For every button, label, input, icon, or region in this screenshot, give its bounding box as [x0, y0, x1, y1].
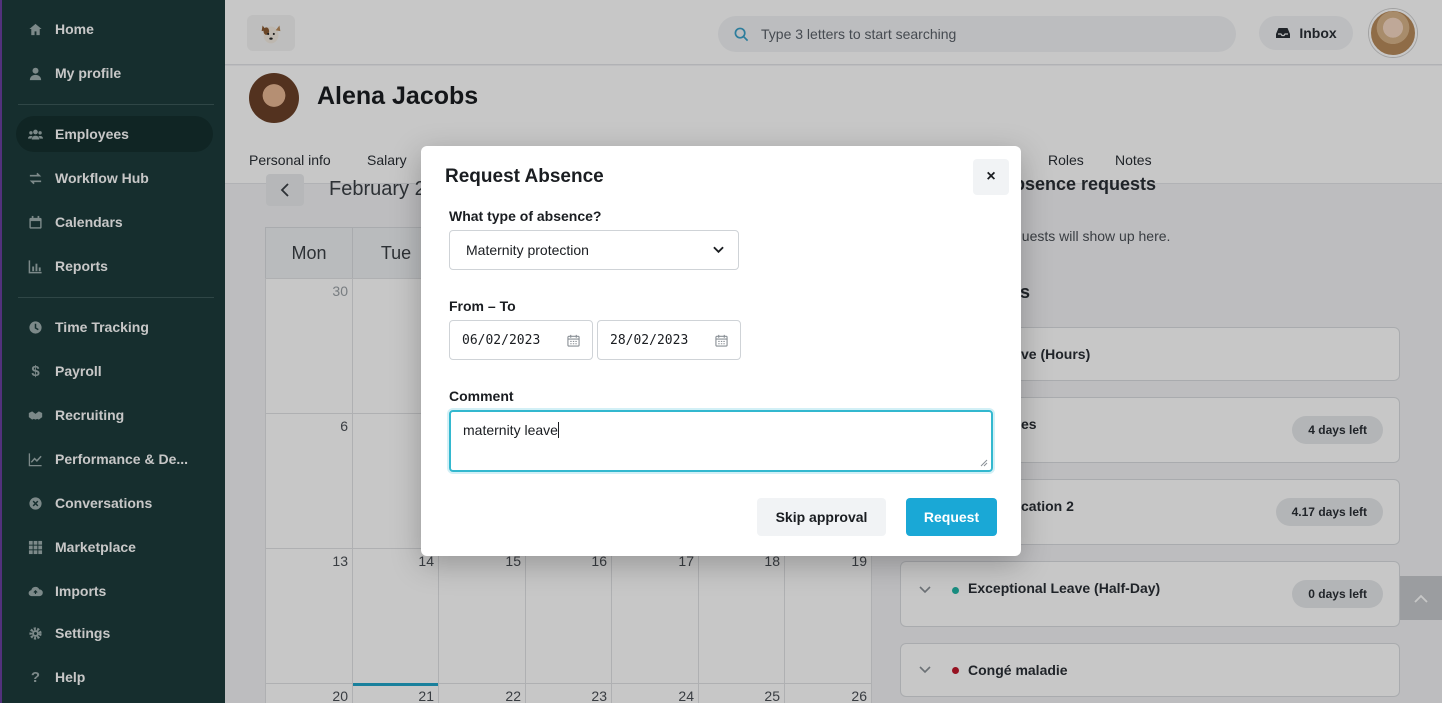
absence-type-label: What type of absence? [449, 208, 602, 224]
request-absence-modal: Request Absence × What type of absence? … [421, 146, 1021, 556]
from-date-input[interactable]: 06/02/2023 [449, 320, 593, 360]
resize-handle-icon[interactable] [980, 459, 988, 467]
date-range-label: From – To [449, 298, 516, 314]
close-button[interactable]: × [973, 159, 1009, 195]
modal-title: Request Absence [445, 166, 604, 187]
to-date-value: 28/02/2023 [610, 332, 689, 348]
skip-approval-button[interactable]: Skip approval [757, 498, 886, 536]
to-date-input[interactable]: 28/02/2023 [597, 320, 741, 360]
comment-label: Comment [449, 388, 514, 404]
from-date-value: 06/02/2023 [462, 332, 541, 348]
chevron-down-icon [713, 246, 724, 254]
text-caret [557, 422, 559, 438]
calendar-icon[interactable] [567, 334, 580, 347]
request-button[interactable]: Request [906, 498, 997, 536]
close-icon: × [986, 168, 996, 185]
absence-type-select[interactable]: Maternity protection [449, 230, 739, 270]
comment-value: maternity leave [463, 422, 558, 438]
absence-type-value: Maternity protection [466, 242, 589, 258]
calendar-icon[interactable] [715, 334, 728, 347]
comment-textarea[interactable]: maternity leave [449, 410, 993, 472]
